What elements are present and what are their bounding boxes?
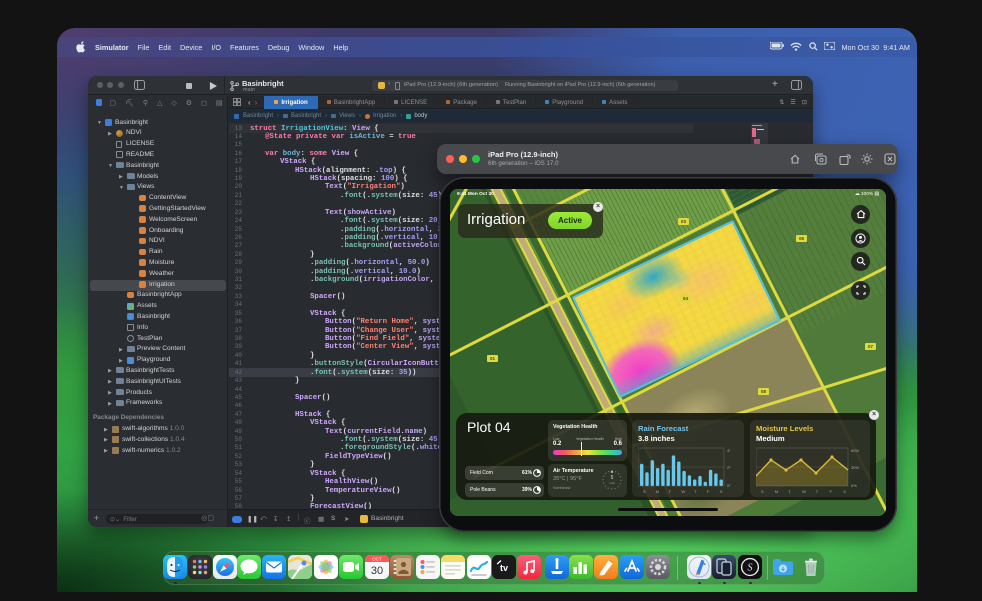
svg-text:30: 30 xyxy=(371,565,383,577)
svg-text:W: W xyxy=(681,489,685,494)
svg-text:2″: 2″ xyxy=(727,465,731,470)
svg-text:S: S xyxy=(843,489,846,494)
svg-text:T: T xyxy=(816,489,819,494)
svg-text:T: T xyxy=(694,489,697,494)
svg-text:S: S xyxy=(748,563,753,574)
svg-text:mph: mph xyxy=(609,481,615,485)
svg-text:60%: 60% xyxy=(851,448,859,453)
svg-text:F: F xyxy=(830,489,833,494)
svg-text:S: S xyxy=(761,489,764,494)
svg-text:F: F xyxy=(707,489,710,494)
svg-text:T: T xyxy=(669,489,672,494)
svg-text:OCT: OCT xyxy=(372,556,382,561)
svg-text:S: S xyxy=(643,489,646,494)
svg-text:4″: 4″ xyxy=(727,448,731,453)
svg-text:M: M xyxy=(656,489,659,494)
svg-text:M: M xyxy=(775,489,778,494)
svg-text:S: S xyxy=(720,489,723,494)
svg-text:tv: tv xyxy=(500,563,508,573)
svg-text:30%: 30% xyxy=(851,465,859,470)
svg-text:0″: 0″ xyxy=(727,483,731,488)
svg-text:T: T xyxy=(788,489,791,494)
svg-text:W: W xyxy=(802,489,806,494)
svg-text:0%: 0% xyxy=(851,483,857,488)
